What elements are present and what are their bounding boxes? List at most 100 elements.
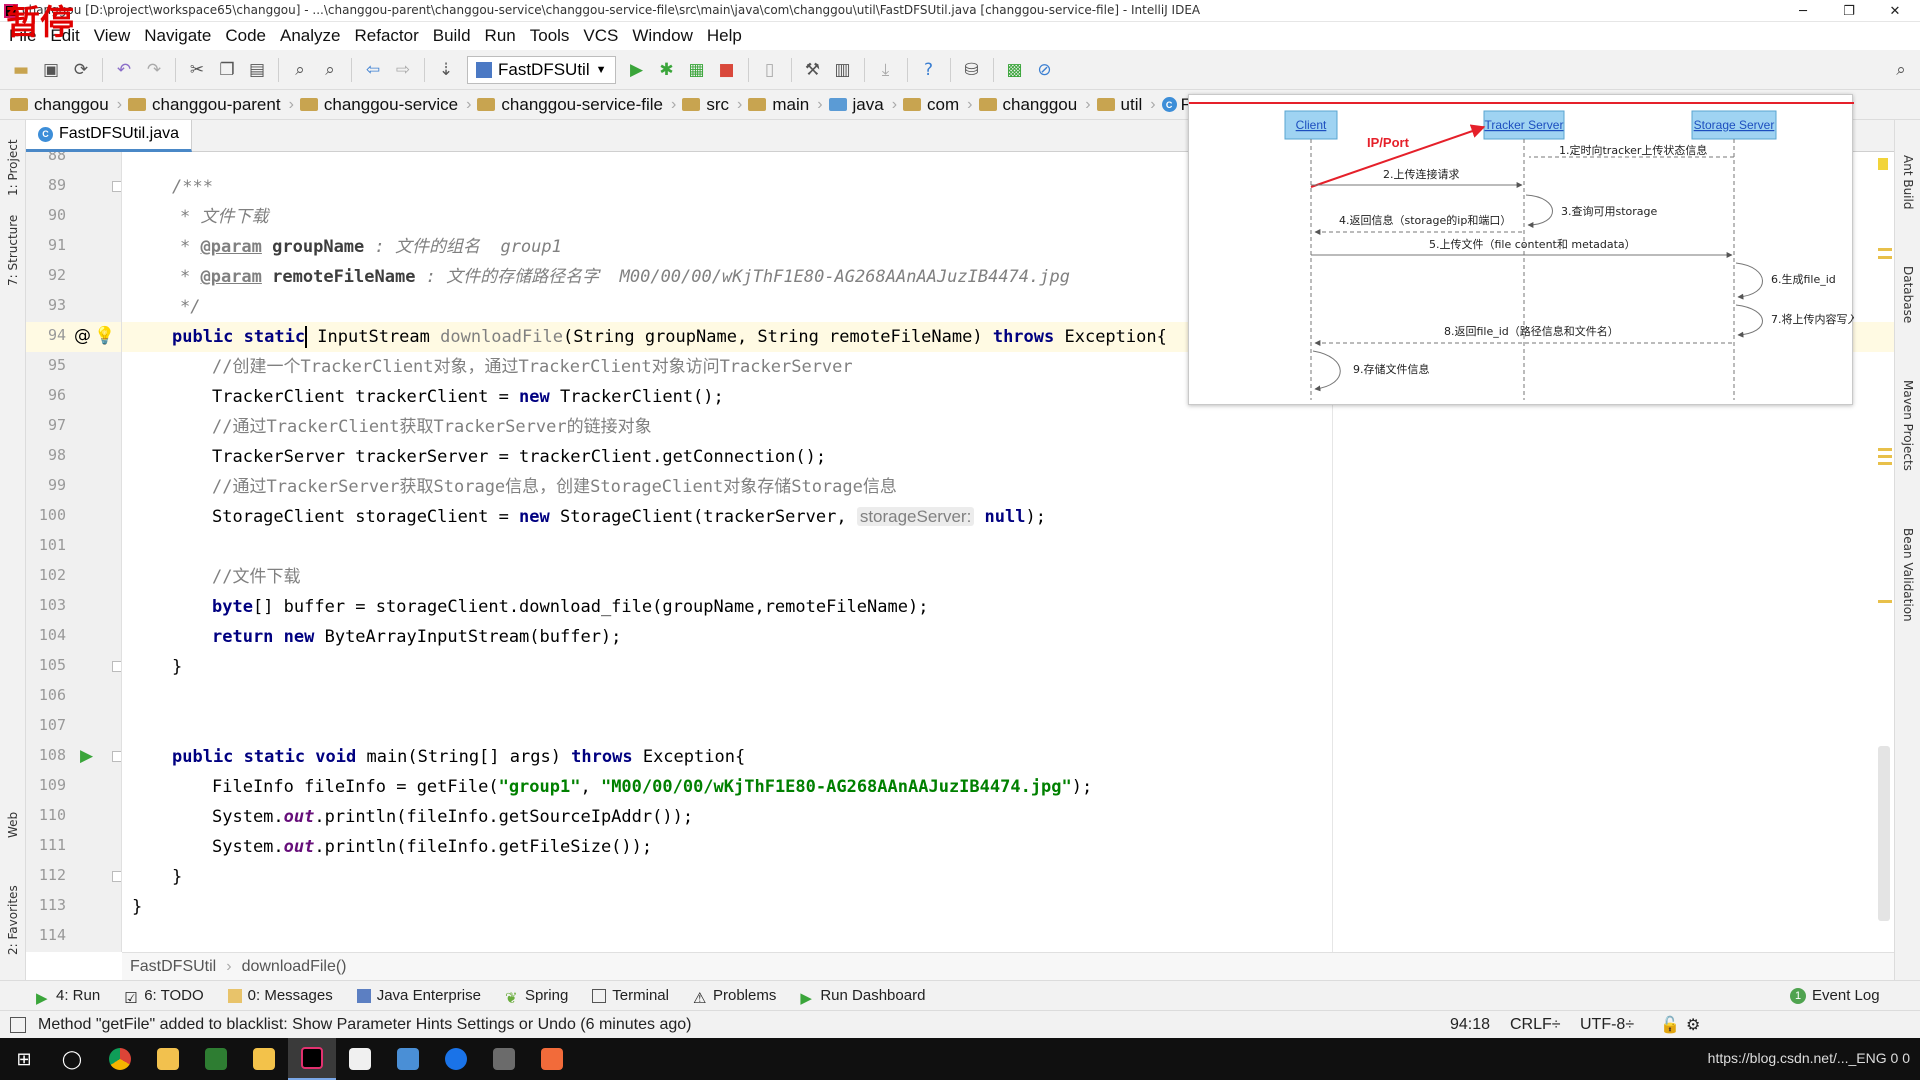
fold-marker[interactable] (112, 661, 121, 672)
back-icon[interactable]: ⇦ (358, 55, 388, 85)
tab-favorites[interactable]: 2: Favorites (1, 880, 25, 960)
lock-icon[interactable]: 🔓 (1660, 1015, 1680, 1035)
power-save-icon[interactable]: ⊘ (1030, 55, 1060, 85)
app-icon[interactable] (144, 1038, 192, 1080)
run-icon[interactable]: ▶ (622, 55, 652, 85)
minimize-button[interactable]: ─ (1780, 0, 1826, 22)
line-separator-select[interactable]: CRLF÷ (1510, 1016, 1561, 1034)
app-icon[interactable] (528, 1038, 576, 1080)
maximize-button[interactable]: ❐ (1826, 0, 1872, 22)
breadcrumb-item[interactable]: src › (682, 95, 748, 115)
breadcrumb-class[interactable]: FastDFSUtil (130, 958, 216, 976)
monitor-icon[interactable]: ▩ (1000, 55, 1030, 85)
breadcrumb-item[interactable]: com › (903, 95, 978, 115)
breadcrumb-item[interactable]: java › (828, 95, 904, 115)
redo-icon[interactable]: ↷ (139, 55, 169, 85)
breadcrumb-item[interactable]: changgou-parent › (128, 95, 300, 115)
app-icon[interactable] (432, 1038, 480, 1080)
menu-refactor[interactable]: Refactor (347, 22, 425, 50)
stop-icon[interactable]: ■ (712, 55, 742, 85)
tool-window-terminal[interactable]: Terminal (592, 987, 669, 1004)
run-configuration-select[interactable]: FastDFSUtil ▼ (467, 55, 616, 84)
menu-analyze[interactable]: Analyze (273, 22, 347, 50)
coverage-icon[interactable]: ▦ (682, 55, 712, 85)
attach-icon[interactable]: ▯ (755, 55, 785, 85)
tool-window-problems[interactable]: ⚠ Problems (693, 987, 776, 1007)
menu-code[interactable]: Code (218, 22, 273, 50)
close-button[interactable]: ✕ (1872, 0, 1918, 22)
file-explorer-icon[interactable] (240, 1038, 288, 1080)
menu-help[interactable]: Help (700, 22, 749, 50)
scroll-marker[interactable] (1878, 462, 1892, 465)
system-tray[interactable]: https://blog.csdn.net/..._ENG 0 0 (1708, 1050, 1910, 1066)
undo-icon[interactable]: ↶ (109, 55, 139, 85)
menu-window[interactable]: Window (625, 22, 699, 50)
intellij-idea-icon[interactable] (288, 1038, 336, 1080)
tab-structure[interactable]: 7: Structure (1, 210, 25, 290)
tool-window-spring[interactable]: ❦ Spring (505, 987, 568, 1007)
tab-ant-build[interactable]: Ant Build (1896, 132, 1920, 232)
sync-icon[interactable]: ⟳ (66, 55, 96, 85)
windows-start-icon[interactable]: ⊞ (0, 1038, 48, 1080)
tool-window-todo[interactable]: ☑ 6: TODO (124, 987, 203, 1007)
app-icon[interactable] (192, 1038, 240, 1080)
run-gutter-icon[interactable]: ▶ (80, 746, 93, 766)
tab-bean-validation[interactable]: Bean Validation (1896, 510, 1920, 640)
tool-window-messages[interactable]: 0: Messages (227, 987, 333, 1004)
caret-position[interactable]: 94:18 (1450, 1016, 1490, 1034)
help-icon[interactable]: ? (914, 55, 944, 85)
tool-window-java-enterprise[interactable]: Java Enterprise (356, 987, 481, 1004)
status-message[interactable]: Method "getFile" added to blacklist: Sho… (38, 1016, 691, 1034)
tool-window-run-dashboard[interactable]: ▶ Run Dashboard (800, 987, 925, 1007)
implemented-icon[interactable]: @ (74, 326, 91, 346)
menu-build[interactable]: Build (426, 22, 478, 50)
cut-icon[interactable]: ✂ (182, 55, 212, 85)
settings-icon[interactable]: ⚒ (798, 55, 828, 85)
update-icon[interactable]: ⤓ (871, 55, 901, 85)
breadcrumb-item[interactable]: changgou › (978, 95, 1097, 115)
menu-run[interactable]: Run (478, 22, 523, 50)
menu-view[interactable]: View (87, 22, 138, 50)
copy-icon[interactable]: ❐ (212, 55, 242, 85)
tab-database[interactable]: Database (1896, 240, 1920, 350)
breadcrumb-item[interactable]: util › (1096, 95, 1162, 115)
tool-windows-toggle-icon[interactable] (10, 1016, 26, 1033)
open-folder-icon[interactable]: ▬ (6, 55, 36, 85)
tab-maven-projects[interactable]: Maven Projects (1896, 360, 1920, 490)
chrome-icon[interactable] (96, 1038, 144, 1080)
menu-tools[interactable]: Tools (523, 22, 577, 50)
find-icon[interactable]: ⌕ (285, 55, 315, 85)
save-all-icon[interactable]: ▣ (36, 55, 66, 85)
tool-window-run[interactable]: ▶ 4: Run (36, 987, 100, 1007)
app-icon[interactable] (480, 1038, 528, 1080)
scroll-marker[interactable] (1878, 248, 1892, 251)
tab-project[interactable]: 1: Project (1, 128, 25, 208)
breadcrumb-method[interactable]: downloadFile() (242, 958, 347, 976)
encoding-select[interactable]: UTF-8÷ (1580, 1016, 1634, 1034)
breadcrumb-item[interactable]: changgou-service › (299, 95, 478, 115)
breadcrumb-item[interactable]: changgou-service-file › (477, 95, 682, 115)
inspection-status-icon[interactable] (1878, 158, 1888, 170)
build-project-icon[interactable]: ⇣ (431, 55, 461, 85)
debug-icon[interactable]: ✱ (652, 55, 682, 85)
fold-marker[interactable] (112, 751, 121, 762)
menu-navigate[interactable]: Navigate (137, 22, 218, 50)
fold-marker[interactable] (112, 871, 121, 882)
tab-web[interactable]: Web (1, 800, 25, 850)
menu-vcs[interactable]: VCS (576, 22, 625, 50)
project-structure-icon[interactable]: ▥ (828, 55, 858, 85)
breadcrumb-item[interactable]: changgou › (10, 95, 128, 115)
event-log-button[interactable]: 1 Event Log (1790, 987, 1880, 1004)
forward-icon[interactable]: ⇨ (388, 55, 418, 85)
search-everywhere-icon[interactable]: ⌕ (1886, 55, 1916, 85)
scroll-marker[interactable] (1878, 455, 1892, 458)
breadcrumb-item[interactable]: main › (748, 95, 828, 115)
scroll-marker[interactable] (1878, 448, 1892, 451)
fold-marker[interactable] (112, 181, 121, 192)
search-icon[interactable]: ◯ (48, 1038, 96, 1080)
scroll-marker[interactable] (1878, 600, 1892, 603)
scroll-marker[interactable] (1878, 256, 1892, 259)
paste-icon[interactable]: ▤ (242, 55, 272, 85)
editor-tab-fastdfsutil[interactable]: C FastDFSUtil.java (26, 119, 193, 152)
typora-icon[interactable] (336, 1038, 384, 1080)
